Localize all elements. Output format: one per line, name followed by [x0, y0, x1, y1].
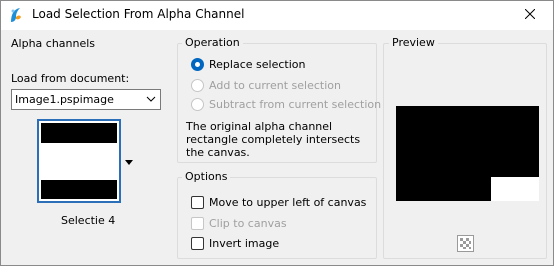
chevron-down-icon: [146, 94, 156, 107]
alpha-channels-title: Alpha channels: [11, 37, 96, 50]
operation-group-title: Operation: [182, 36, 243, 49]
triangle-down-icon: [125, 155, 133, 168]
radio-subtract-selection[interactable]: Subtract from current selection: [191, 98, 381, 111]
checkbox[interactable]: [191, 217, 204, 230]
radio-button[interactable]: [191, 58, 204, 71]
document-select[interactable]: Image1.pspimage: [11, 89, 161, 110]
checkbox-invert-image[interactable]: Invert image: [191, 237, 279, 250]
checkbox-clip-to-canvas[interactable]: Clip to canvas: [191, 217, 287, 230]
radio-button[interactable]: [191, 79, 204, 92]
document-select-value: Image1.pspimage: [15, 93, 114, 106]
close-icon: [524, 8, 536, 22]
operation-description: The original alpha channel rectangle com…: [186, 120, 361, 159]
checkbox[interactable]: [191, 237, 204, 250]
title-bar: Load Selection From Alpha Channel: [1, 1, 553, 30]
options-group-title: Options: [182, 170, 231, 183]
preview-canvas: [396, 106, 539, 201]
checkerboard-icon[interactable]: [457, 235, 474, 252]
selection-name: Selectie 4: [61, 214, 116, 227]
dialog-window: Load Selection From Alpha Channel Alpha …: [0, 0, 554, 266]
radio-button[interactable]: [191, 98, 204, 111]
radio-add-selection[interactable]: Add to current selection: [191, 79, 341, 92]
thumbnail-dropdown-button[interactable]: [122, 150, 136, 172]
radio-replace-selection[interactable]: Replace selection: [191, 58, 305, 71]
paintshop-pro-icon: [8, 6, 24, 24]
load-from-label: Load from document:: [11, 72, 130, 85]
close-button[interactable]: [507, 1, 553, 30]
window-title: Load Selection From Alpha Channel: [32, 7, 245, 21]
alpha-channel-thumbnail[interactable]: [37, 119, 121, 203]
checkbox[interactable]: [191, 196, 204, 209]
preview-group-title: Preview: [389, 36, 438, 49]
checkbox-move-upper-left[interactable]: Move to upper left of canvas: [191, 196, 366, 209]
